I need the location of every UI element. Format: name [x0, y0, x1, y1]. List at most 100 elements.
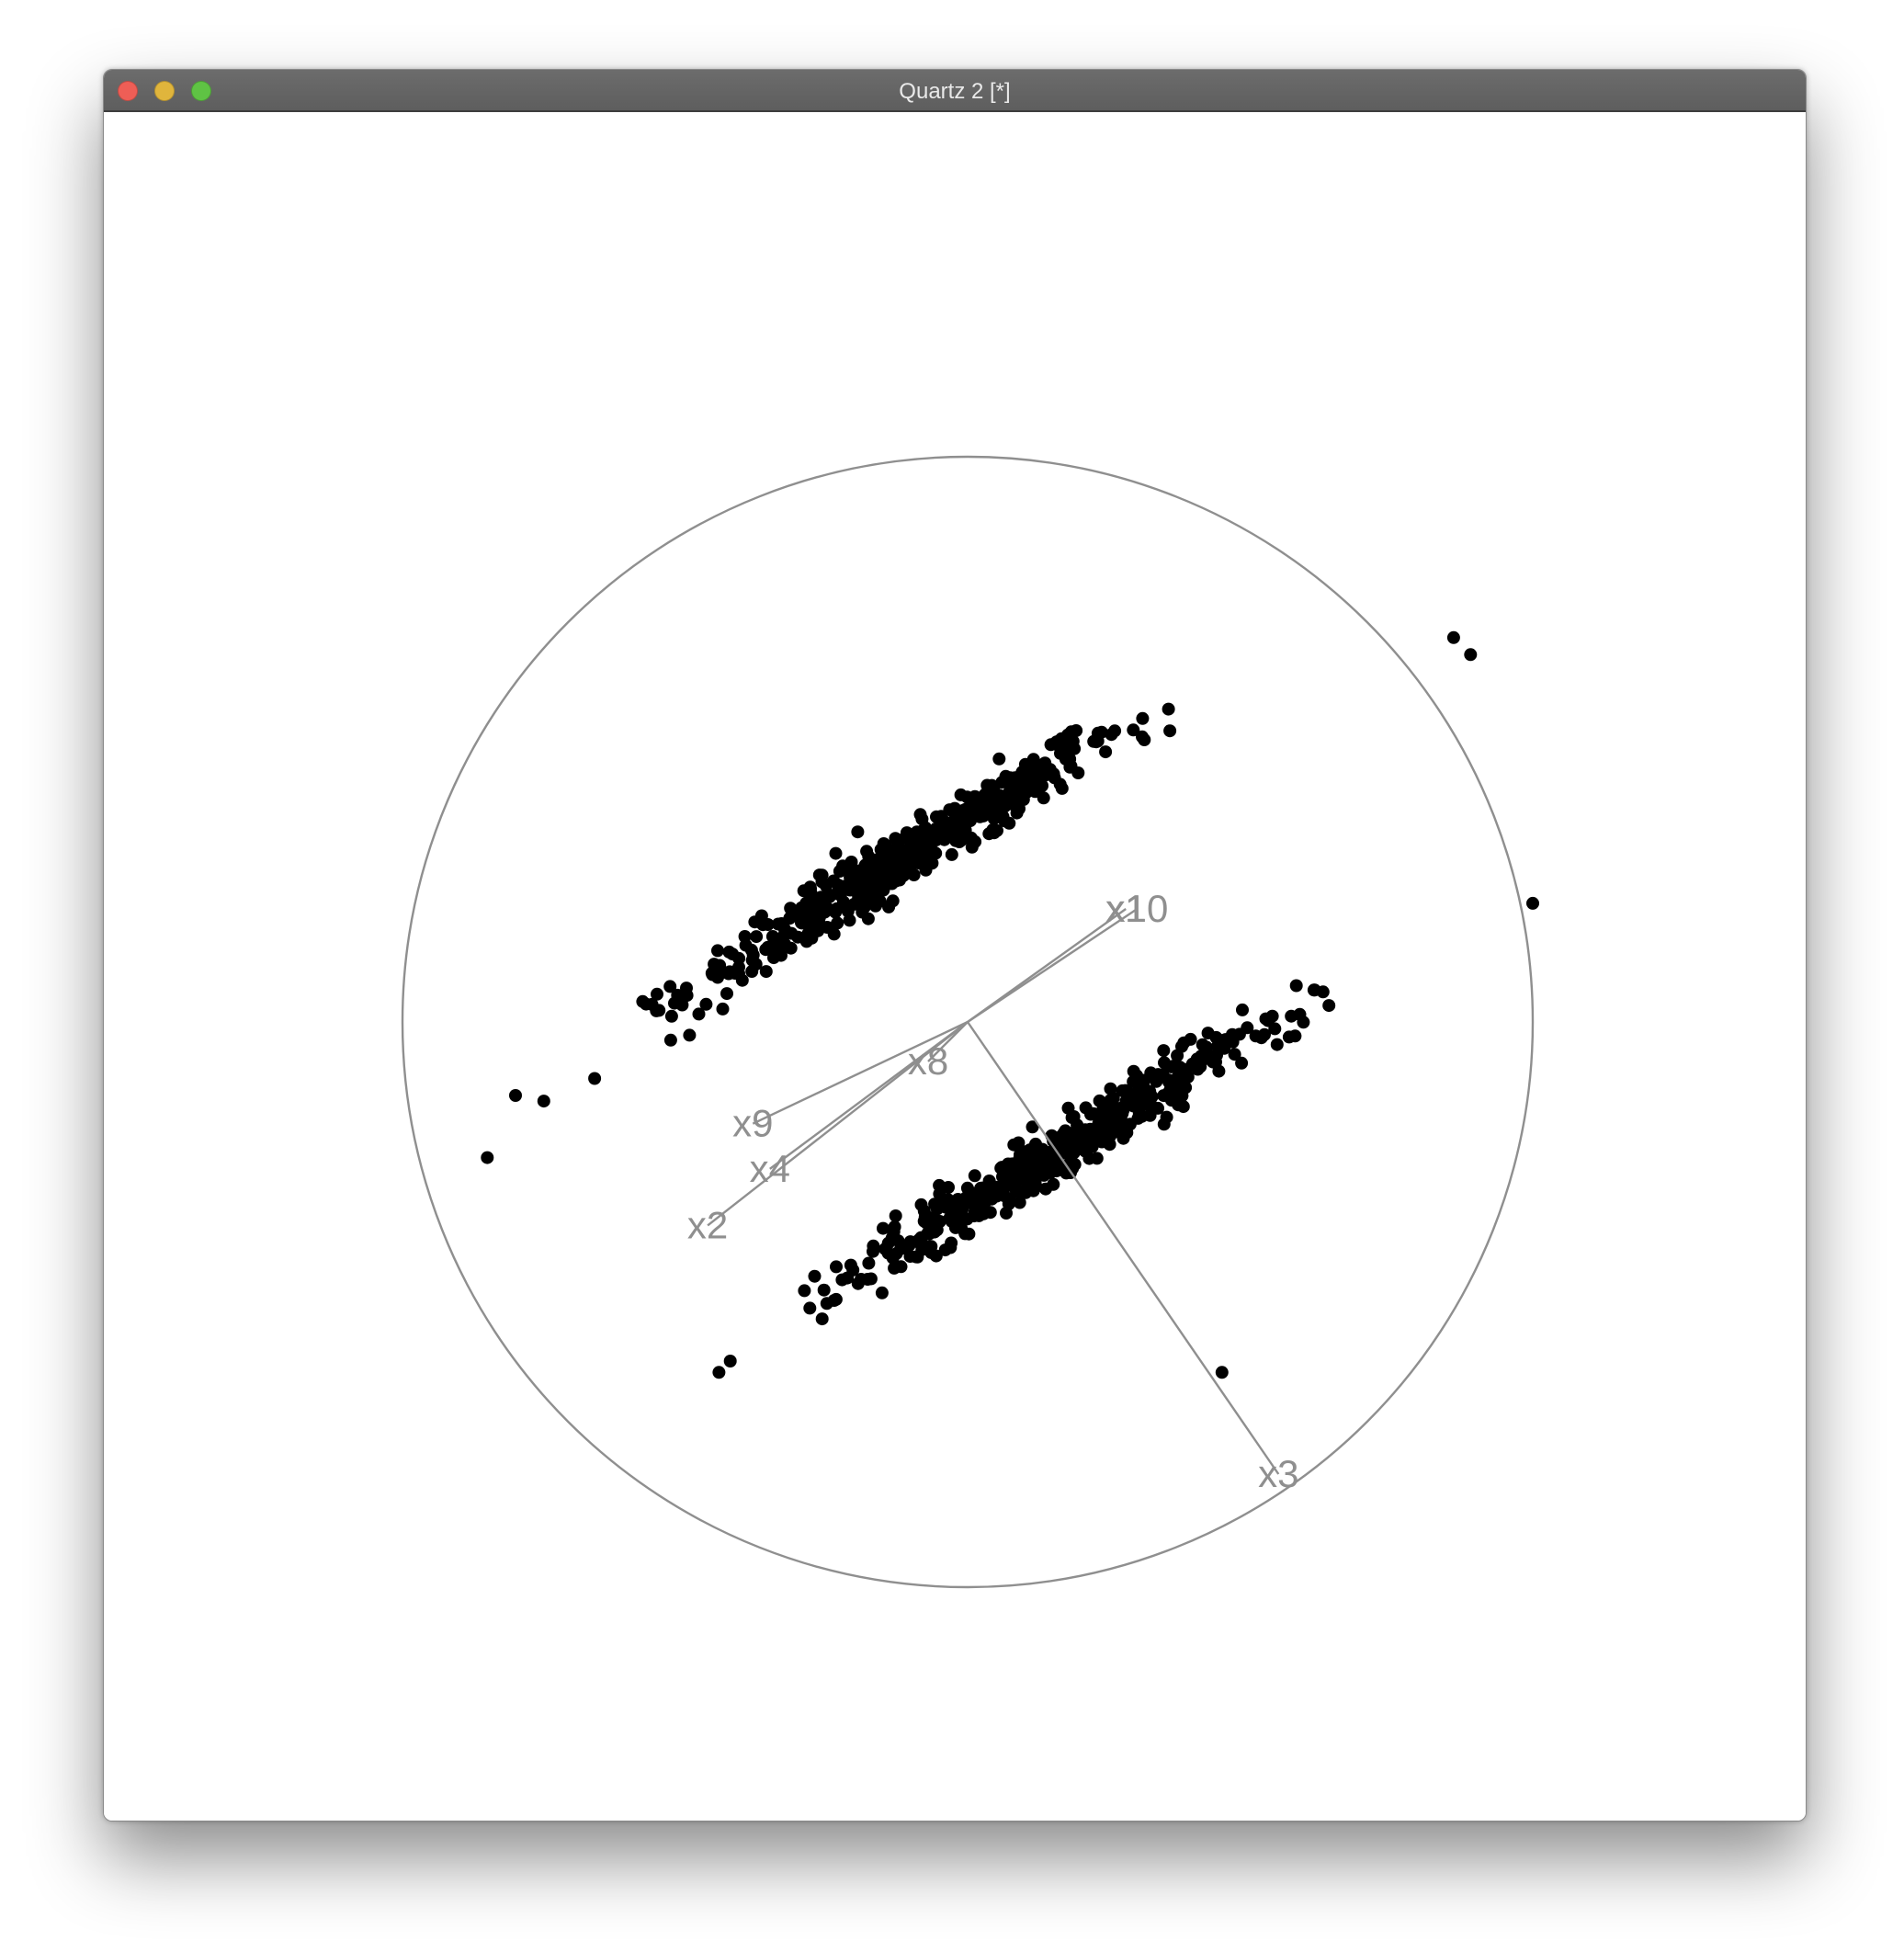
data-point — [868, 899, 882, 913]
title-bar[interactable]: Quartz 2 [*] — [104, 70, 1806, 112]
data-point — [992, 752, 1006, 766]
data-point — [1127, 1099, 1140, 1113]
quartz-window: Quartz 2 [*] x10 x1 x8 x9 x4 x2 x3 — [103, 69, 1807, 1821]
data-point — [1232, 1027, 1246, 1041]
data-point — [957, 815, 970, 829]
data-point — [855, 883, 868, 897]
data-point — [1138, 1087, 1151, 1101]
data-point — [668, 996, 681, 1010]
data-point — [1193, 1053, 1207, 1067]
data-point — [1322, 999, 1336, 1013]
data-point — [945, 847, 958, 861]
data-point — [808, 1269, 822, 1283]
data-point — [1026, 1184, 1040, 1197]
data-point — [958, 1227, 972, 1241]
data-point — [941, 1193, 955, 1207]
data-point — [745, 965, 759, 978]
data-point — [1218, 1033, 1232, 1047]
data-point — [875, 1286, 889, 1299]
data-point — [680, 982, 693, 995]
data-point — [915, 812, 929, 826]
data-point — [683, 1028, 697, 1042]
data-point — [1162, 702, 1175, 716]
data-point — [509, 1089, 522, 1102]
data-point — [911, 845, 924, 858]
data-point — [1167, 1060, 1181, 1072]
data-point — [1270, 1038, 1284, 1051]
data-point — [1150, 1069, 1163, 1083]
data-point — [1236, 1003, 1249, 1016]
data-point — [732, 951, 746, 965]
tour-plot: x10x1x8x9x4x2x3 — [401, 455, 1539, 1589]
data-point — [1047, 1177, 1060, 1191]
data-point — [588, 1072, 602, 1085]
data-point — [830, 1260, 843, 1274]
data-point — [1021, 772, 1035, 786]
data-point — [1164, 1094, 1178, 1107]
data-point — [1175, 1039, 1188, 1053]
data-point — [1131, 1111, 1145, 1125]
data-point — [968, 1169, 981, 1183]
data-point — [900, 863, 913, 877]
data-point — [830, 902, 844, 915]
data-point — [1015, 1170, 1029, 1184]
data-point — [885, 1231, 899, 1245]
data-point — [645, 997, 659, 1011]
plot-canvas: x10 x1 x8 x9 x4 x2 x3 — [104, 112, 1806, 1821]
data-point — [746, 948, 760, 962]
data-point — [990, 1189, 1003, 1203]
data-point — [1010, 806, 1024, 820]
data-point — [738, 930, 752, 943]
axis-label-x8: x8 — [908, 1039, 948, 1083]
data-points — [481, 630, 1539, 1379]
data-point — [827, 927, 841, 941]
data-point — [969, 834, 982, 848]
data-point — [886, 894, 900, 908]
data-point — [885, 877, 899, 891]
data-point — [1196, 1038, 1209, 1051]
data-point — [1104, 1082, 1117, 1095]
data-point — [784, 902, 798, 915]
data-point — [1104, 1094, 1117, 1107]
data-point — [798, 1284, 811, 1298]
data-point — [750, 930, 764, 944]
data-point — [1014, 785, 1027, 799]
data-point — [980, 778, 994, 792]
data-point — [748, 915, 762, 929]
data-point — [910, 825, 924, 839]
data-point — [803, 1301, 817, 1315]
data-point — [708, 958, 721, 971]
data-point — [1036, 1142, 1049, 1156]
axis-label-x1: x1 — [1105, 887, 1146, 930]
data-point — [928, 1225, 941, 1239]
axis-label-x3: x3 — [1258, 1452, 1298, 1495]
data-point — [858, 866, 872, 880]
data-point — [867, 1244, 879, 1258]
data-point — [835, 1273, 849, 1287]
data-point — [1045, 1129, 1059, 1142]
data-point — [784, 941, 798, 955]
data-point — [1044, 738, 1058, 752]
data-point — [960, 802, 973, 816]
data-point — [1002, 1197, 1015, 1210]
data-point — [1094, 725, 1108, 739]
data-point — [954, 788, 968, 801]
data-point — [1003, 816, 1016, 830]
data-point — [815, 904, 829, 918]
data-point — [851, 825, 865, 839]
data-point — [831, 916, 844, 930]
data-point — [889, 1209, 902, 1222]
data-point — [815, 1312, 829, 1326]
data-point — [1181, 1070, 1195, 1084]
data-point — [664, 1009, 678, 1023]
data-point — [960, 1195, 974, 1209]
data-point — [888, 1261, 901, 1275]
data-point — [991, 801, 1004, 815]
data-point — [860, 845, 874, 858]
data-point — [805, 931, 819, 945]
data-point — [925, 857, 939, 870]
data-point — [894, 1242, 908, 1255]
data-point — [1095, 1117, 1109, 1130]
data-point — [829, 1292, 843, 1306]
data-point — [844, 861, 858, 875]
